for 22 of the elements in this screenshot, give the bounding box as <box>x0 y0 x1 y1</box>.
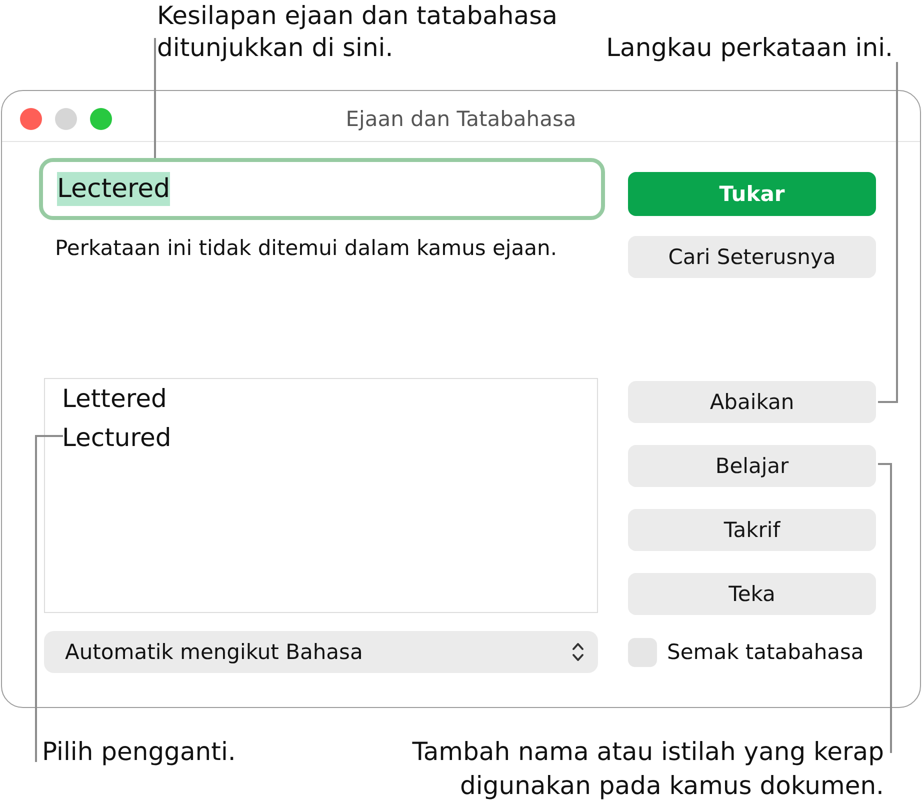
callout-text: Pilih pengganti. <box>42 736 236 768</box>
grammar-checkbox[interactable] <box>628 638 657 666</box>
word-field[interactable]: Lectered <box>39 158 605 220</box>
language-dropdown[interactable]: Automatik mengikut Bahasa <box>44 630 598 672</box>
close-button[interactable] <box>20 108 42 130</box>
suggestion-item[interactable]: Lettered <box>45 378 597 418</box>
learn-button[interactable]: Belajar <box>628 444 876 486</box>
window-title: Ejaan dan Tatabahasa <box>346 107 576 131</box>
status-message: Perkataan ini tidak ditemui dalam kamus ejaan. <box>54 236 558 260</box>
define-button[interactable]: Takrif <box>628 508 876 550</box>
ignore-button[interactable]: Abaikan <box>628 380 876 422</box>
chevron-up-down-icon <box>572 642 584 662</box>
find-next-button[interactable]: Cari Seterusnya <box>628 236 876 278</box>
checkbox-label: Semak tatabahasa <box>667 638 864 666</box>
callout-text: Kesilapan ejaan dan tatabahasa ditunjukkan di sini. <box>157 0 558 64</box>
guess-button[interactable]: Teka <box>628 572 876 614</box>
zoom-button[interactable] <box>90 108 112 130</box>
text-selection: Lectered <box>57 172 170 206</box>
suggestion-item[interactable]: Lectured <box>45 418 597 456</box>
callout-text: Tambah nama atau istilah yang kerap digunakan pada kamus dokumen. <box>411 736 884 802</box>
minimize-button[interactable] <box>55 108 77 130</box>
callout-text: Langkau perkataan ini. <box>606 32 893 64</box>
